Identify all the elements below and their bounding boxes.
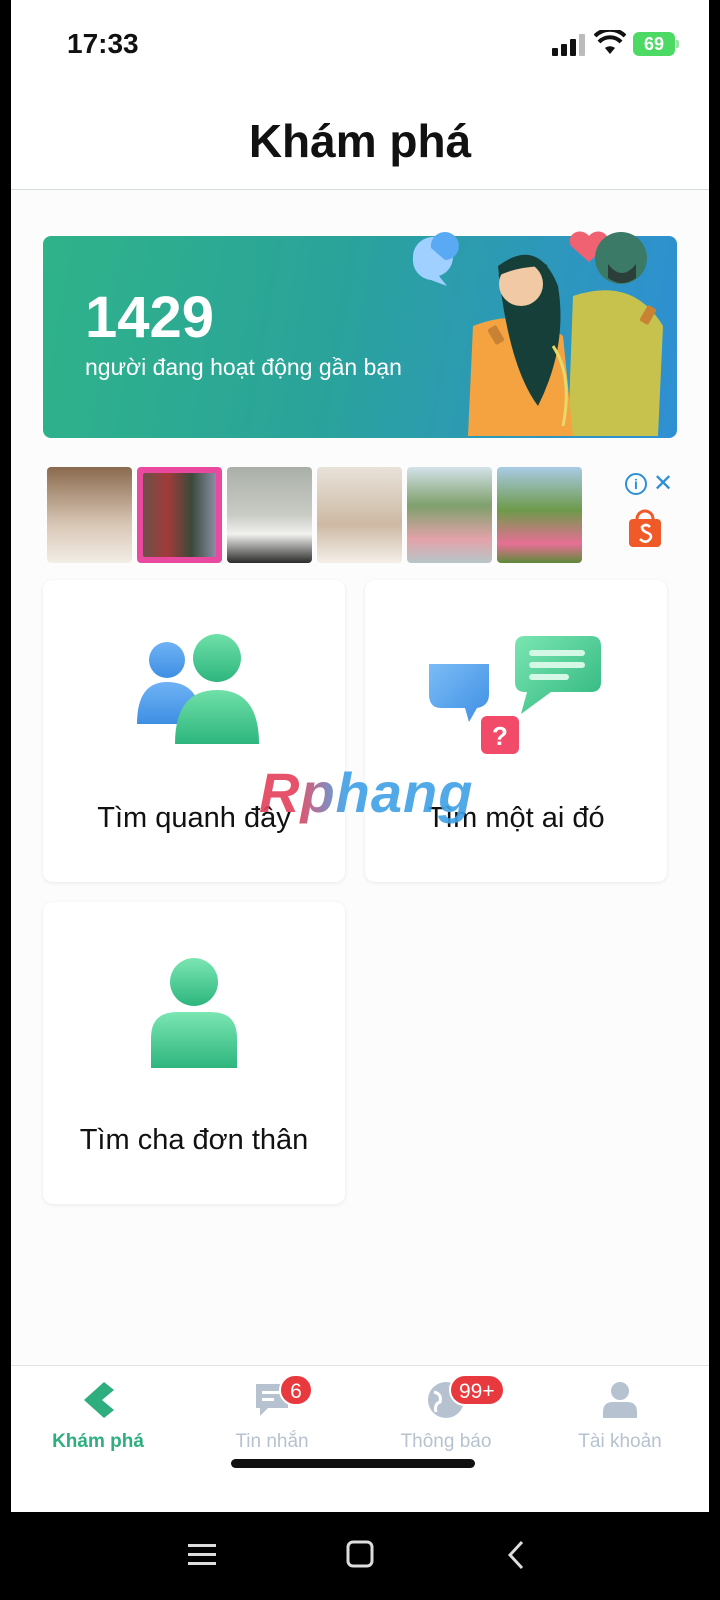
find-single-father-label: Tìm cha đơn thân xyxy=(79,1124,309,1156)
status-time: 17:33 xyxy=(67,28,139,59)
tab-notifications-label: Thông báo xyxy=(400,1431,492,1452)
ad-photo[interactable] xyxy=(497,467,582,563)
tab-notifications[interactable]: 99+ Thông báo xyxy=(359,1366,533,1466)
back-icon[interactable] xyxy=(506,1540,526,1570)
ad-photo[interactable] xyxy=(137,467,222,563)
ad-banner[interactable]: i ✕ xyxy=(47,467,687,567)
tab-explore-label: Khám phá xyxy=(52,1431,144,1452)
recent-apps-icon[interactable] xyxy=(188,1542,216,1568)
ad-photo[interactable] xyxy=(407,467,492,563)
people-icon xyxy=(137,634,259,744)
ad-photo[interactable] xyxy=(47,467,132,563)
android-nav-bar xyxy=(0,1512,720,1600)
nearby-banner[interactable]: 1429 người đang hoạt động gần bạn xyxy=(43,231,677,438)
find-someone-card[interactable]: ? Tìm một ai đó xyxy=(365,580,667,882)
ad-photo[interactable] xyxy=(227,467,312,563)
explore-icon xyxy=(84,1382,114,1418)
battery-icon: 69 xyxy=(633,32,679,56)
app-screen: 17:33 69 Khám phá 1429 người đang hoạt đ… xyxy=(11,0,709,1512)
notifications-badge: 99+ xyxy=(449,1374,505,1406)
shopee-bag-icon xyxy=(629,509,661,547)
ad-photo[interactable] xyxy=(317,467,402,563)
tab-explore[interactable]: Khám phá xyxy=(11,1366,185,1466)
battery-level: 69 xyxy=(643,34,665,54)
main-content: 1429 người đang hoạt động gần bạn i ✕ Tì… xyxy=(11,190,709,1500)
nearby-count: 1429 xyxy=(85,285,215,350)
header: Khám phá xyxy=(11,90,709,190)
find-single-father-card[interactable]: Tìm cha đơn thân xyxy=(43,902,345,1204)
bottom-tab-bar: Khám phá 6 Tin nhắn 99+ Thông báo Tài kh… xyxy=(11,1365,709,1512)
status-bar: 17:33 69 xyxy=(11,0,709,90)
wifi-icon xyxy=(594,30,626,54)
account-icon xyxy=(603,1382,637,1418)
home-indicator xyxy=(231,1459,475,1468)
chat-bubble-icon xyxy=(429,664,489,722)
person-icon xyxy=(151,958,237,1068)
tab-account-label: Tài khoản xyxy=(578,1431,662,1452)
tab-account[interactable]: Tài khoản xyxy=(533,1366,707,1466)
messages-badge: 6 xyxy=(279,1374,313,1406)
ad-info-icon[interactable]: i xyxy=(625,473,647,495)
couple-illustration xyxy=(412,231,663,436)
cellular-signal-icon xyxy=(552,34,585,56)
find-nearby-card[interactable]: Tìm quanh đây xyxy=(43,580,345,882)
home-icon[interactable] xyxy=(346,1540,374,1568)
svg-text:?: ? xyxy=(492,721,508,751)
nearby-text: người đang hoạt động gần bạn xyxy=(85,354,402,380)
tab-messages-label: Tin nhắn xyxy=(235,1431,309,1452)
ad-close-icon[interactable]: ✕ xyxy=(653,469,673,498)
watermark-logo: Rphang xyxy=(259,761,474,824)
page-title: Khám phá xyxy=(248,115,472,167)
tab-messages[interactable]: 6 Tin nhắn xyxy=(185,1366,359,1466)
